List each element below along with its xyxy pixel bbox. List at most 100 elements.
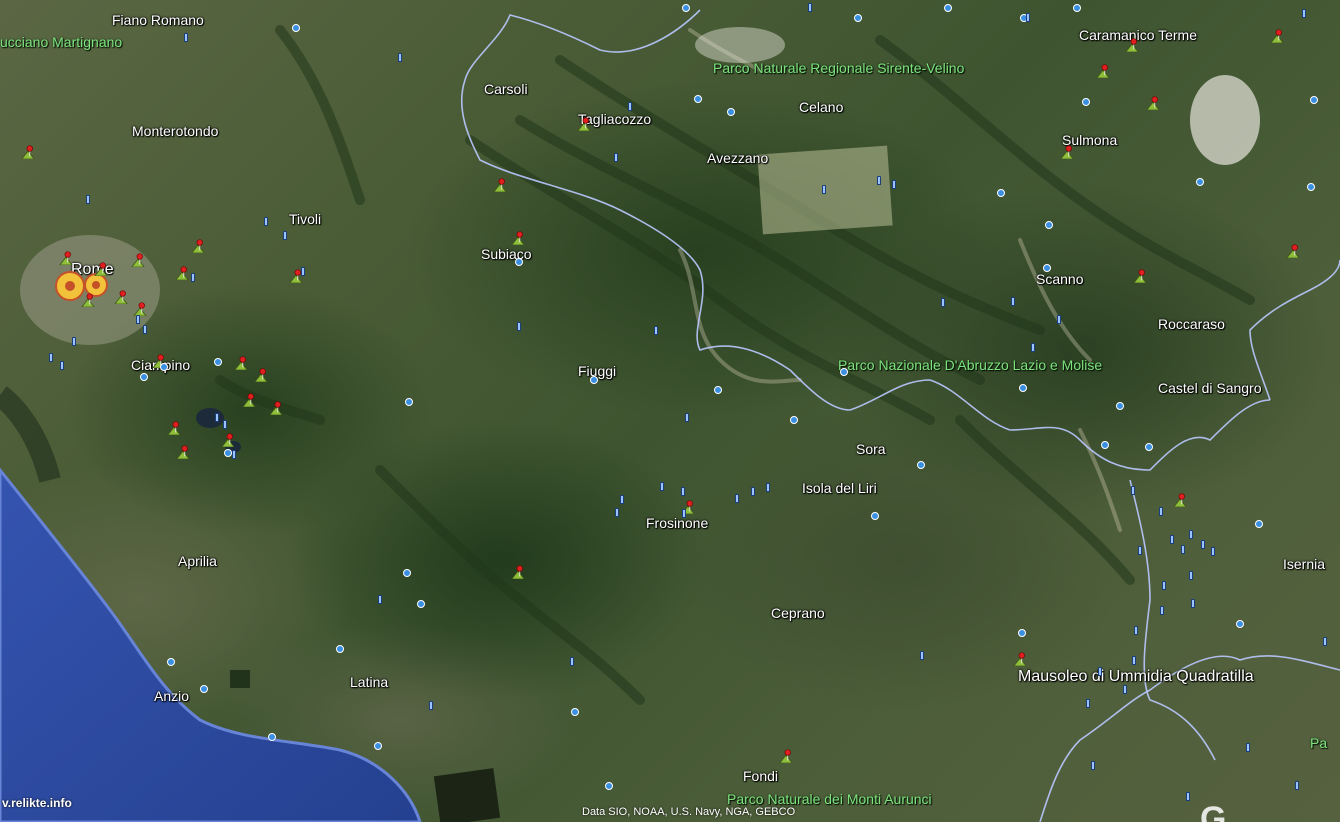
poi-marker-icon[interactable] (1073, 4, 1081, 12)
monument-marker-icon[interactable] (283, 231, 287, 240)
poi-marker-icon[interactable] (694, 95, 702, 103)
monument-marker-icon[interactable] (682, 509, 686, 518)
place-label-roccaraso[interactable]: Roccaraso (1158, 316, 1225, 332)
poi-marker-icon[interactable] (1255, 520, 1263, 528)
monument-marker-icon[interactable] (685, 413, 689, 422)
poi-marker-icon[interactable] (268, 733, 276, 741)
monument-marker-icon[interactable] (620, 495, 624, 504)
monument-marker-icon[interactable] (654, 326, 658, 335)
monument-marker-icon[interactable] (136, 315, 140, 324)
monument-marker-icon[interactable] (143, 325, 147, 334)
poi-marker-icon[interactable] (1310, 96, 1318, 104)
poi-marker-icon[interactable] (160, 363, 168, 371)
monument-marker-icon[interactable] (1160, 606, 1164, 615)
red-pin-icon[interactable] (221, 433, 235, 447)
monument-marker-icon[interactable] (751, 487, 755, 496)
satellite-map[interactable]: Fiano Romano ucciano Martignano Monterot… (0, 0, 1340, 822)
red-pin-icon[interactable] (1146, 96, 1160, 110)
red-pin-icon[interactable] (59, 251, 73, 265)
monument-marker-icon[interactable] (86, 195, 90, 204)
place-label-aprilia[interactable]: Aprilia (178, 553, 217, 569)
monument-marker-icon[interactable] (822, 185, 826, 194)
poi-marker-icon[interactable] (292, 24, 300, 32)
monument-marker-icon[interactable] (49, 353, 53, 362)
poi-marker-icon[interactable] (224, 449, 232, 457)
red-pin-icon[interactable] (493, 178, 507, 192)
red-pin-icon[interactable] (1125, 38, 1139, 52)
red-pin-icon[interactable] (191, 239, 205, 253)
red-pin-icon[interactable] (114, 290, 128, 304)
monument-marker-icon[interactable] (808, 3, 812, 12)
place-label-anzio[interactable]: Anzio (154, 688, 189, 704)
poi-marker-icon[interactable] (590, 376, 598, 384)
monument-marker-icon[interactable] (1138, 546, 1142, 555)
poi-marker-icon[interactable] (944, 4, 952, 12)
monument-marker-icon[interactable] (628, 102, 632, 111)
monument-marker-icon[interactable] (429, 701, 433, 710)
monument-marker-icon[interactable] (232, 450, 236, 459)
red-pin-icon[interactable] (131, 253, 145, 267)
poi-marker-icon[interactable] (1236, 620, 1244, 628)
monument-marker-icon[interactable] (517, 322, 521, 331)
red-pin-icon[interactable] (1173, 493, 1187, 507)
monument-marker-icon[interactable] (941, 298, 945, 307)
red-pin-icon[interactable] (176, 445, 190, 459)
monument-marker-icon[interactable] (1057, 315, 1061, 324)
monument-marker-icon[interactable] (1026, 13, 1030, 22)
red-pin-icon[interactable] (167, 421, 181, 435)
poi-marker-icon[interactable] (571, 708, 579, 716)
red-pin-icon[interactable] (175, 266, 189, 280)
monument-marker-icon[interactable] (735, 494, 739, 503)
monument-marker-icon[interactable] (1181, 545, 1185, 554)
monument-marker-icon[interactable] (1098, 667, 1102, 676)
monument-marker-icon[interactable] (1191, 599, 1195, 608)
poi-marker-icon[interactable] (1045, 221, 1053, 229)
monument-marker-icon[interactable] (1162, 581, 1166, 590)
red-pin-icon[interactable] (1270, 29, 1284, 43)
poi-marker-icon[interactable] (515, 258, 523, 266)
place-label-isola-del-liri[interactable]: Isola del Liri (802, 480, 877, 496)
park-label-sirente-velino[interactable]: Parco Naturale Regionale Sirente-Velino (713, 60, 964, 76)
poi-marker-icon[interactable] (854, 14, 862, 22)
monument-marker-icon[interactable] (1159, 507, 1163, 516)
place-label-scanno[interactable]: Scanno (1036, 271, 1083, 287)
place-label-carsoli[interactable]: Carsoli (484, 81, 528, 97)
red-pin-icon[interactable] (21, 145, 35, 159)
monument-marker-icon[interactable] (191, 273, 195, 282)
place-label-fondi[interactable]: Fondi (743, 768, 778, 784)
monument-marker-icon[interactable] (1189, 530, 1193, 539)
monument-marker-icon[interactable] (1211, 547, 1215, 556)
place-label-subiaco[interactable]: Subiaco (481, 246, 532, 262)
place-label-latina[interactable]: Latina (350, 674, 388, 690)
monument-marker-icon[interactable] (60, 361, 64, 370)
monument-marker-icon[interactable] (1295, 781, 1299, 790)
monument-marker-icon[interactable] (1091, 761, 1095, 770)
place-label-isernia[interactable]: Isernia (1283, 556, 1325, 572)
place-label-mausoleo[interactable]: Mausoleo di Ummidia Quadratilla (1018, 668, 1254, 686)
poi-marker-icon[interactable] (403, 569, 411, 577)
monument-marker-icon[interactable] (570, 657, 574, 666)
red-pin-icon[interactable] (1060, 145, 1074, 159)
park-label-abruzzo[interactable]: Parco Nazionale D'Abruzzo Lazio e Molise (838, 357, 1102, 373)
red-pin-icon[interactable] (234, 356, 248, 370)
monument-marker-icon[interactable] (877, 176, 881, 185)
monument-marker-icon[interactable] (766, 483, 770, 492)
place-label-frosinone[interactable]: Frosinone (646, 515, 708, 531)
red-pin-icon[interactable] (242, 393, 256, 407)
monument-marker-icon[interactable] (1131, 486, 1135, 495)
monument-marker-icon[interactable] (1246, 743, 1250, 752)
monument-marker-icon[interactable] (1186, 792, 1190, 801)
poi-marker-icon[interactable] (1116, 402, 1124, 410)
place-label-ucciano-martignano[interactable]: ucciano Martignano (0, 34, 122, 50)
poi-marker-icon[interactable] (1101, 441, 1109, 449)
poi-marker-icon[interactable] (790, 416, 798, 424)
red-pin-icon[interactable] (94, 262, 108, 276)
place-label-monterotondo[interactable]: Monterotondo (132, 123, 218, 139)
monument-marker-icon[interactable] (1170, 535, 1174, 544)
monument-marker-icon[interactable] (681, 487, 685, 496)
red-pin-icon[interactable] (254, 368, 268, 382)
monument-marker-icon[interactable] (215, 413, 219, 422)
monument-marker-icon[interactable] (920, 651, 924, 660)
poi-marker-icon[interactable] (840, 368, 848, 376)
poi-marker-icon[interactable] (997, 189, 1005, 197)
